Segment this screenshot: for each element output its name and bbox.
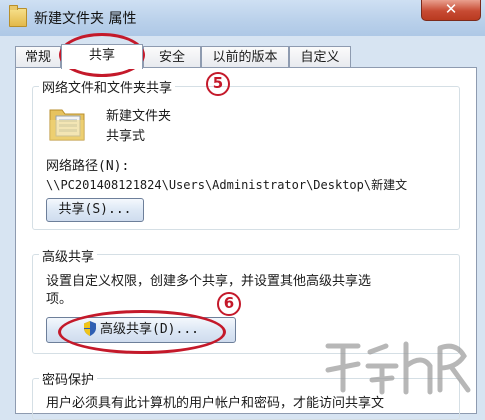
annotation-step-5: 5	[206, 72, 230, 96]
tab-sharing[interactable]: 共享	[61, 44, 143, 69]
network-share-group-title: 网络文件和文件夹共享	[39, 77, 176, 96]
advanced-share-group-title: 高级共享	[39, 246, 98, 265]
title-bar: 新建文件夹 属性 ✕	[0, 0, 485, 36]
tab-customize[interactable]: 自定义	[289, 46, 351, 68]
folder-name: 新建文件夹	[106, 109, 172, 124]
tab-general[interactable]: 常规	[15, 46, 61, 68]
password-group-title: 密码保护	[39, 369, 98, 388]
close-button[interactable]: ✕	[421, 0, 481, 21]
share-button[interactable]: 共享(S)...	[46, 198, 144, 222]
annotation-ring-advanced-button	[58, 310, 226, 354]
tab-strip: 常规 共享 安全 以前的版本 自定义	[15, 44, 475, 69]
advanced-share-description-line1: 设置自定义权限，创建多个共享，并设置其他高级共享选	[46, 274, 372, 289]
network-path-label: 网络路径(N):	[46, 159, 130, 174]
network-path-value: \\PC201408121824\Users\Administrator\Des…	[46, 178, 408, 192]
watermark-logo	[325, 341, 471, 395]
window-title: 新建文件夹 属性	[34, 11, 137, 27]
annotation-step-6: 6	[217, 292, 241, 316]
share-state: 共享式	[106, 129, 146, 144]
tab-previous-versions[interactable]: 以前的版本	[201, 46, 289, 68]
shared-folder-icon	[49, 109, 85, 141]
folder-icon	[9, 5, 27, 27]
advanced-share-description-line2: 项。	[46, 292, 73, 307]
tab-security[interactable]: 安全	[143, 46, 201, 68]
